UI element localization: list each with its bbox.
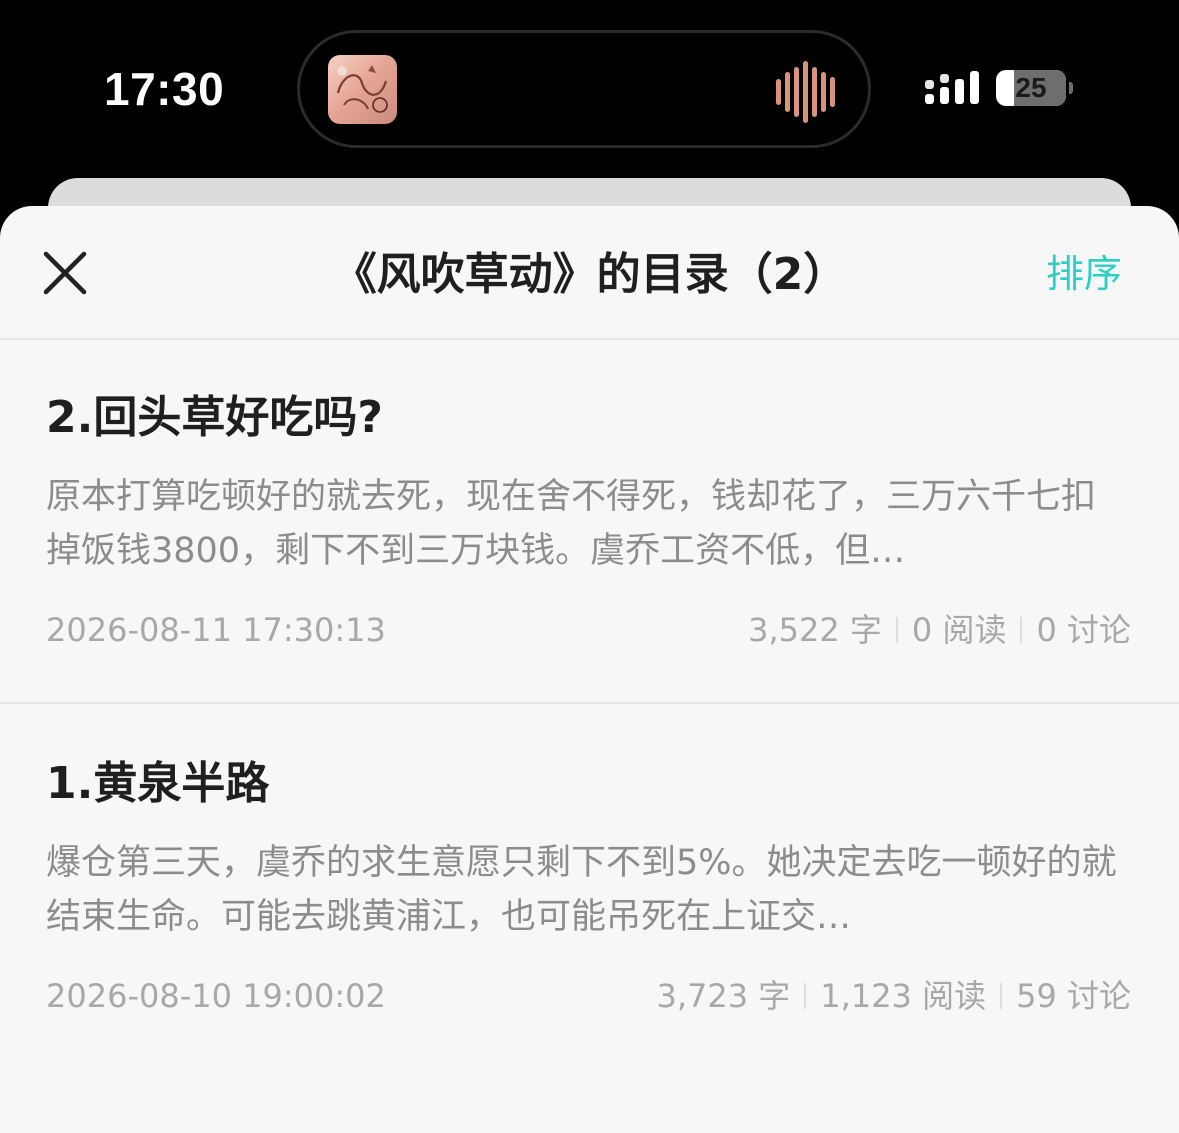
cellular-signal-icon: [925, 71, 979, 104]
chapter-title: 2.回头草好吃吗?: [46, 392, 383, 443]
close-icon: [43, 251, 87, 295]
word-count: 3,723 字: [656, 977, 791, 1015]
chapter-item[interactable]: 2.回头草好吃吗? 原本打算吃顿好的就去死，现在舍不得死，钱却花了，三万六千七扣…: [0, 338, 1179, 704]
dynamic-island[interactable]: [297, 30, 871, 148]
chapter-stats: 3,723 字 1,123 阅读 59 讨论: [657, 968, 1132, 1024]
waveform-bar: [785, 72, 790, 112]
waveform-bar: [776, 79, 781, 105]
status-bar: 17:30 25: [0, 0, 1179, 170]
catalog-sheet: 《风吹草动》的目录（2） 排序 2.回头草好吃吗? 原本打算吃顿好的就去死，现在…: [0, 206, 1179, 1133]
waveform-bar: [812, 67, 817, 117]
chapter-summary: 爆仓第三天，虞乔的求生意愿只剩下不到5%。她决定去吃一顿好的就结束生命。可能去跳…: [46, 843, 1117, 937]
battery-nub: [1069, 82, 1073, 94]
sheet-title: 《风吹草动》的目录（2）: [332, 249, 848, 300]
stat-divider: [1000, 983, 1003, 1009]
chapter-date: 2026-08-10 19:00:02: [46, 977, 386, 1015]
waveform-bar: [821, 72, 826, 112]
comment-count: 0 讨论: [1036, 611, 1131, 649]
comment-count: 59 讨论: [1016, 977, 1131, 1015]
album-art-icon[interactable]: [328, 55, 397, 124]
read-count: 1,123 阅读: [820, 977, 987, 1015]
chapter-title: 1.黄泉半路: [46, 758, 270, 809]
waveform-bar: [803, 61, 808, 123]
stat-divider: [804, 983, 807, 1009]
chapter-stats: 3,522 字 0 阅读 0 讨论: [748, 602, 1131, 658]
read-count: 0 阅读: [911, 611, 1007, 649]
waveform-bar: [830, 77, 835, 107]
chapter-date: 2026-08-11 17:30:13: [46, 611, 386, 649]
chapter-summary: 原本打算吃顿好的就去死，现在舍不得死，钱却花了，三万六千七扣掉饭钱3800，剩下…: [46, 477, 1097, 571]
close-button[interactable]: [34, 242, 96, 304]
audio-waveform-icon: [776, 61, 835, 123]
status-time: 17:30: [104, 63, 225, 115]
battery-indicator: 25: [996, 70, 1073, 106]
sheet-header: 《风吹草动》的目录（2） 排序: [0, 206, 1179, 340]
stat-divider: [1020, 617, 1023, 643]
stat-divider: [895, 617, 898, 643]
battery-level: 25: [1015, 72, 1047, 103]
chapter-item[interactable]: 1.黄泉半路 爆仓第三天，虞乔的求生意愿只剩下不到5%。她决定去吃一顿好的就结束…: [0, 704, 1179, 1070]
battery-body: 25: [996, 70, 1066, 106]
sort-button[interactable]: 排序: [1046, 242, 1136, 306]
word-count: 3,522 字: [748, 611, 882, 649]
waveform-bar: [794, 67, 799, 117]
